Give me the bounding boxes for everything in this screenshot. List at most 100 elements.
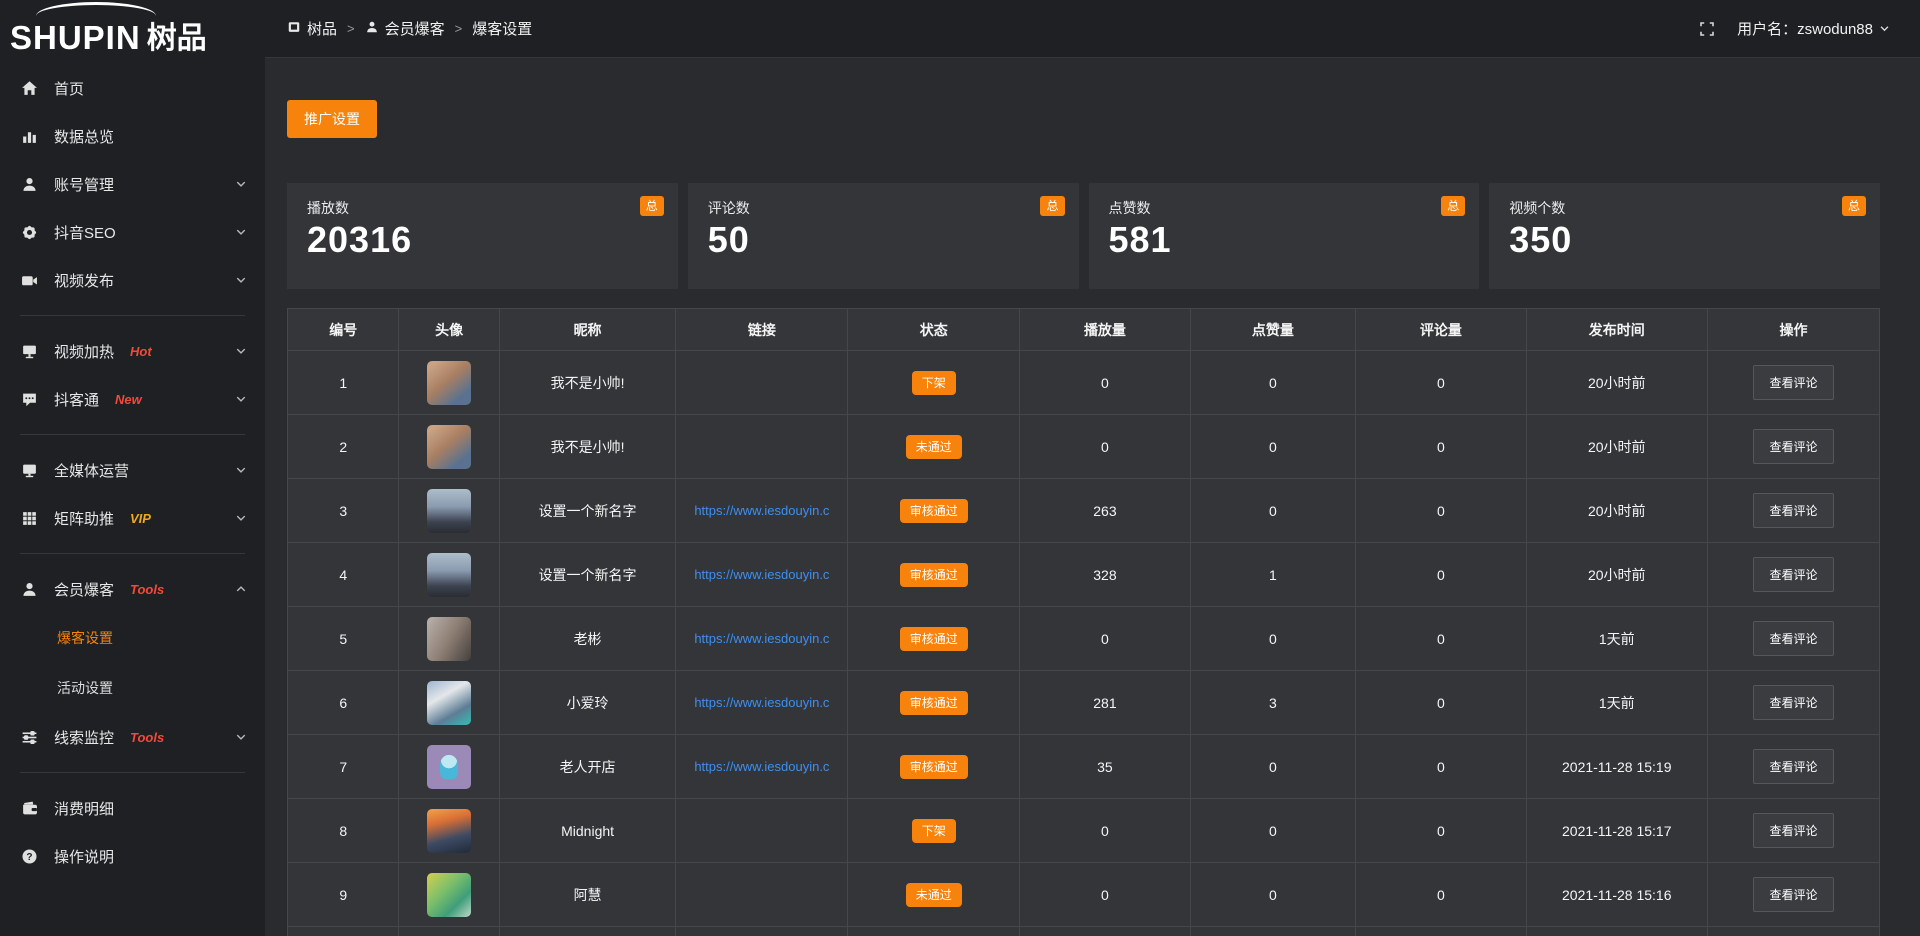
- cell-likes: 0: [1190, 863, 1356, 927]
- sidebar-item-label: 首页: [54, 78, 84, 99]
- view-comments-button[interactable]: 查看评论: [1753, 365, 1833, 400]
- view-comments-button[interactable]: 查看评论: [1753, 429, 1833, 464]
- avatar: [427, 809, 471, 853]
- sidebar-item-tag: Tools: [130, 582, 164, 597]
- sidebar-item-home[interactable]: 首页: [0, 64, 265, 112]
- stat-label: 播放数: [307, 198, 658, 218]
- cell-avatar: [399, 415, 499, 479]
- sidebar-item-label: 线索监控: [54, 727, 114, 748]
- view-comments-button[interactable]: 查看评论: [1753, 749, 1833, 784]
- cell-nickname: Midnight: [499, 799, 676, 863]
- stat-card-3: 视频个数350总: [1489, 183, 1880, 289]
- video-link[interactable]: https://www.iesdouyin.c: [676, 759, 847, 774]
- view-comments-button[interactable]: 查看评论: [1753, 621, 1833, 656]
- sidebar-item-video-publish[interactable]: 视频发布: [0, 256, 265, 304]
- user-menu[interactable]: 用户名：zswodun88: [1737, 18, 1890, 39]
- sidebar-item-douyin-seo[interactable]: 抖音SEO: [0, 208, 265, 256]
- status-badge[interactable]: 审核通过: [900, 563, 968, 587]
- cell-comments: 0: [1356, 415, 1526, 479]
- cell-publish-time: [1526, 927, 1707, 936]
- cell-avatar: [399, 799, 499, 863]
- user-icon: [20, 175, 38, 193]
- video-link[interactable]: https://www.iesdouyin.c: [676, 631, 847, 646]
- sidebar-item-account-management[interactable]: 账号管理: [0, 160, 265, 208]
- cell-avatar: [399, 607, 499, 671]
- sidebar-item-douketong[interactable]: 抖客通New: [0, 375, 265, 423]
- view-comments-button[interactable]: 查看评论: [1753, 877, 1833, 912]
- sidebar-subitem-baoke-settings[interactable]: 爆客设置: [0, 613, 265, 663]
- cell-publish-time: 20小时前: [1526, 351, 1707, 415]
- status-badge[interactable]: 下架: [912, 371, 956, 395]
- column-header: 评论量: [1356, 309, 1526, 351]
- cell-likes: 0: [1190, 351, 1356, 415]
- app-logo: SHUPIN 树品: [0, 0, 265, 58]
- status-badge[interactable]: 审核通过: [900, 627, 968, 651]
- breadcrumb-item-member-baoke[interactable]: 会员爆客: [365, 18, 445, 39]
- video-link[interactable]: https://www.iesdouyin.c: [676, 567, 847, 582]
- table-row: 7老人开店https://www.iesdouyin.c审核通过35002021…: [288, 735, 1880, 799]
- cell-plays: 281: [1020, 671, 1190, 735]
- cell-likes: 0: [1190, 607, 1356, 671]
- cell-plays: 0: [1020, 799, 1190, 863]
- promo-settings-button[interactable]: 推广设置: [287, 100, 377, 138]
- fullscreen-icon[interactable]: [1699, 21, 1715, 37]
- cell-comments: 0: [1356, 863, 1526, 927]
- cell-id: 10: [288, 927, 399, 936]
- status-badge[interactable]: 未通过: [906, 435, 962, 459]
- sidebar-item-member-baoke[interactable]: 会员爆客Tools: [0, 565, 265, 613]
- cell-status: 审核通过: [848, 671, 1020, 735]
- sidebar-subitem-activity-settings[interactable]: 活动设置: [0, 663, 265, 713]
- sidebar-item-label: 账号管理: [54, 174, 114, 195]
- app-icon: [287, 20, 301, 38]
- sidebar-item-media-operation[interactable]: 全媒体运营: [0, 446, 265, 494]
- total-badge: 总: [1040, 196, 1064, 216]
- view-comments-button[interactable]: 查看评论: [1753, 493, 1833, 528]
- cell-id: 7: [288, 735, 399, 799]
- sidebar-item-clue-monitor[interactable]: 线索监控 Tools: [0, 713, 265, 761]
- help-icon: ?: [20, 847, 38, 865]
- sidebar-item-video-heat[interactable]: 视频加热Hot: [0, 327, 265, 375]
- cell-link: https://www.iesdouyin.c: [676, 543, 848, 607]
- column-header: 链接: [676, 309, 848, 351]
- avatar: [427, 617, 471, 661]
- cell-status: 审核通过: [848, 607, 1020, 671]
- sidebar-item-matrix-boost[interactable]: 矩阵助推VIP: [0, 494, 265, 542]
- chevron-down-icon: [235, 274, 247, 286]
- view-comments-button[interactable]: 查看评论: [1753, 685, 1833, 720]
- sidebar-item-operation-guide[interactable]: ?操作说明: [0, 832, 265, 880]
- sidebar-item-label: 数据总览: [54, 126, 114, 147]
- sidebar-item-label: 矩阵助推: [54, 508, 114, 529]
- cell-link: [676, 927, 848, 936]
- stat-card-2: 点赞数581总: [1089, 183, 1480, 289]
- content: 推广设置 播放数20316总评论数50总点赞数581总视频个数350总 编号头像…: [265, 58, 1920, 936]
- sliders-icon: [20, 728, 38, 746]
- status-badge[interactable]: 审核通过: [900, 499, 968, 523]
- chevron-down-icon: [235, 345, 247, 357]
- chart-icon: [20, 127, 38, 145]
- cell-status: 下架: [848, 799, 1020, 863]
- cell-link: https://www.iesdouyin.c: [676, 671, 848, 735]
- view-comments-button[interactable]: 查看评论: [1753, 813, 1833, 848]
- username-label: 用户名：zswodun88: [1737, 18, 1873, 39]
- breadcrumb-item-shupin[interactable]: 树品: [287, 18, 337, 39]
- status-badge[interactable]: 下架: [912, 819, 956, 843]
- status-badge[interactable]: 审核通过: [900, 755, 968, 779]
- cell-avatar: [399, 543, 499, 607]
- home-icon: [20, 79, 38, 97]
- sidebar-item-data-overview[interactable]: 数据总览: [0, 112, 265, 160]
- status-badge[interactable]: 审核通过: [900, 691, 968, 715]
- table-row: 4设置一个新名字https://www.iesdouyin.c审核通过32810…: [288, 543, 1880, 607]
- cell-nickname: 设置一个新名字: [499, 479, 676, 543]
- status-badge[interactable]: 未通过: [906, 883, 962, 907]
- topbar: 树品 > 会员爆客 > 爆客设置 用户名：zswodun88: [265, 0, 1920, 58]
- cell-id: 9: [288, 863, 399, 927]
- sidebar-item-tag: Tools: [130, 730, 164, 745]
- user-icon: [365, 20, 379, 38]
- sidebar-item-consume-detail[interactable]: 消费明细: [0, 784, 265, 832]
- view-comments-button[interactable]: 查看评论: [1753, 557, 1833, 592]
- cell-link: https://www.iesdouyin.c: [676, 735, 848, 799]
- cell-id: 5: [288, 607, 399, 671]
- column-header: 播放量: [1020, 309, 1190, 351]
- video-link[interactable]: https://www.iesdouyin.c: [676, 503, 847, 518]
- video-link[interactable]: https://www.iesdouyin.c: [676, 695, 847, 710]
